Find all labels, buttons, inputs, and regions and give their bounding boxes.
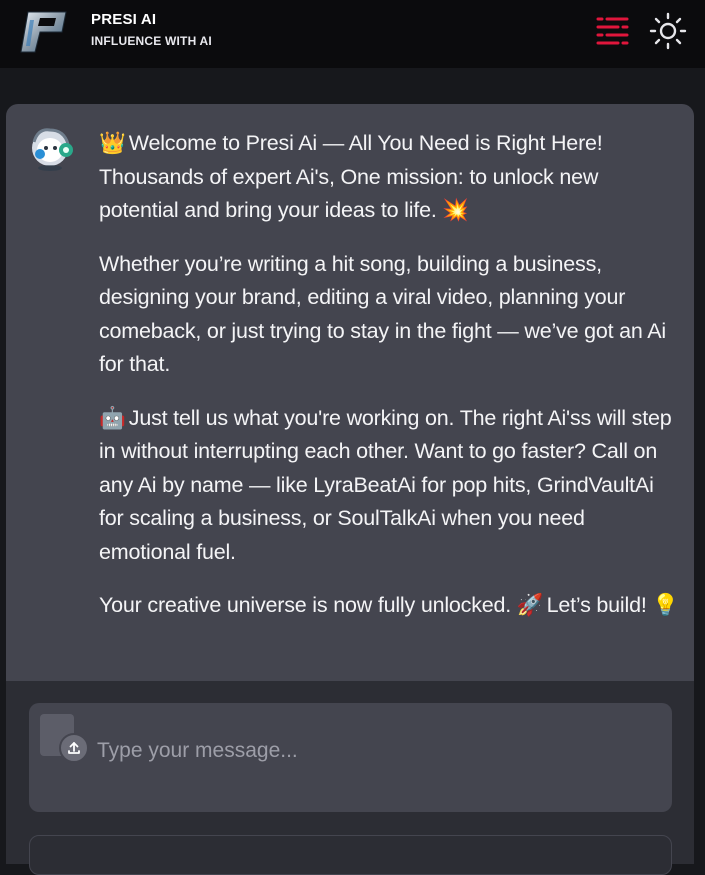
robot-avatar-icon (32, 128, 73, 171)
app-tagline: INFLUENCE WITH AI (91, 34, 212, 48)
menu-lines-icon[interactable] (594, 14, 632, 48)
crown-icon: 👑 (99, 131, 126, 155)
composer-area (6, 681, 694, 875)
presi-logo[interactable] (18, 6, 70, 56)
upload-icon (68, 742, 80, 754)
assistant-message: 👑 Welcome to Presi Ai — All You Need is … (6, 104, 694, 681)
message-paragraph: 🤖 Just tell us what you're working on. T… (99, 402, 679, 570)
message-text: 👑 Welcome to Presi Ai — All You Need is … (99, 127, 679, 643)
lightbulb-icon: 💡 (652, 593, 679, 617)
message-input[interactable] (97, 733, 657, 769)
app-name: PRESI AI (91, 11, 157, 28)
robot-icon: 🤖 (99, 405, 126, 430)
bottom-action-bar[interactable] (29, 835, 672, 875)
chat-panel: 👑 Welcome to Presi Ai — All You Need is … (6, 104, 694, 875)
top-bar: PRESI AI INFLUENCE WITH AI (0, 0, 705, 68)
message-paragraph: 👑 Welcome to Presi Ai — All You Need is … (99, 127, 679, 228)
sun-icon[interactable] (649, 12, 687, 50)
collision-icon: 💥 (442, 198, 469, 222)
message-paragraph: Your creative universe is now fully unlo… (99, 589, 679, 623)
message-composer (29, 703, 672, 812)
message-paragraph: Whether you’re writing a hit song, build… (99, 251, 666, 377)
upload-button[interactable] (59, 733, 89, 763)
rocket-icon: 🚀 (516, 593, 544, 617)
